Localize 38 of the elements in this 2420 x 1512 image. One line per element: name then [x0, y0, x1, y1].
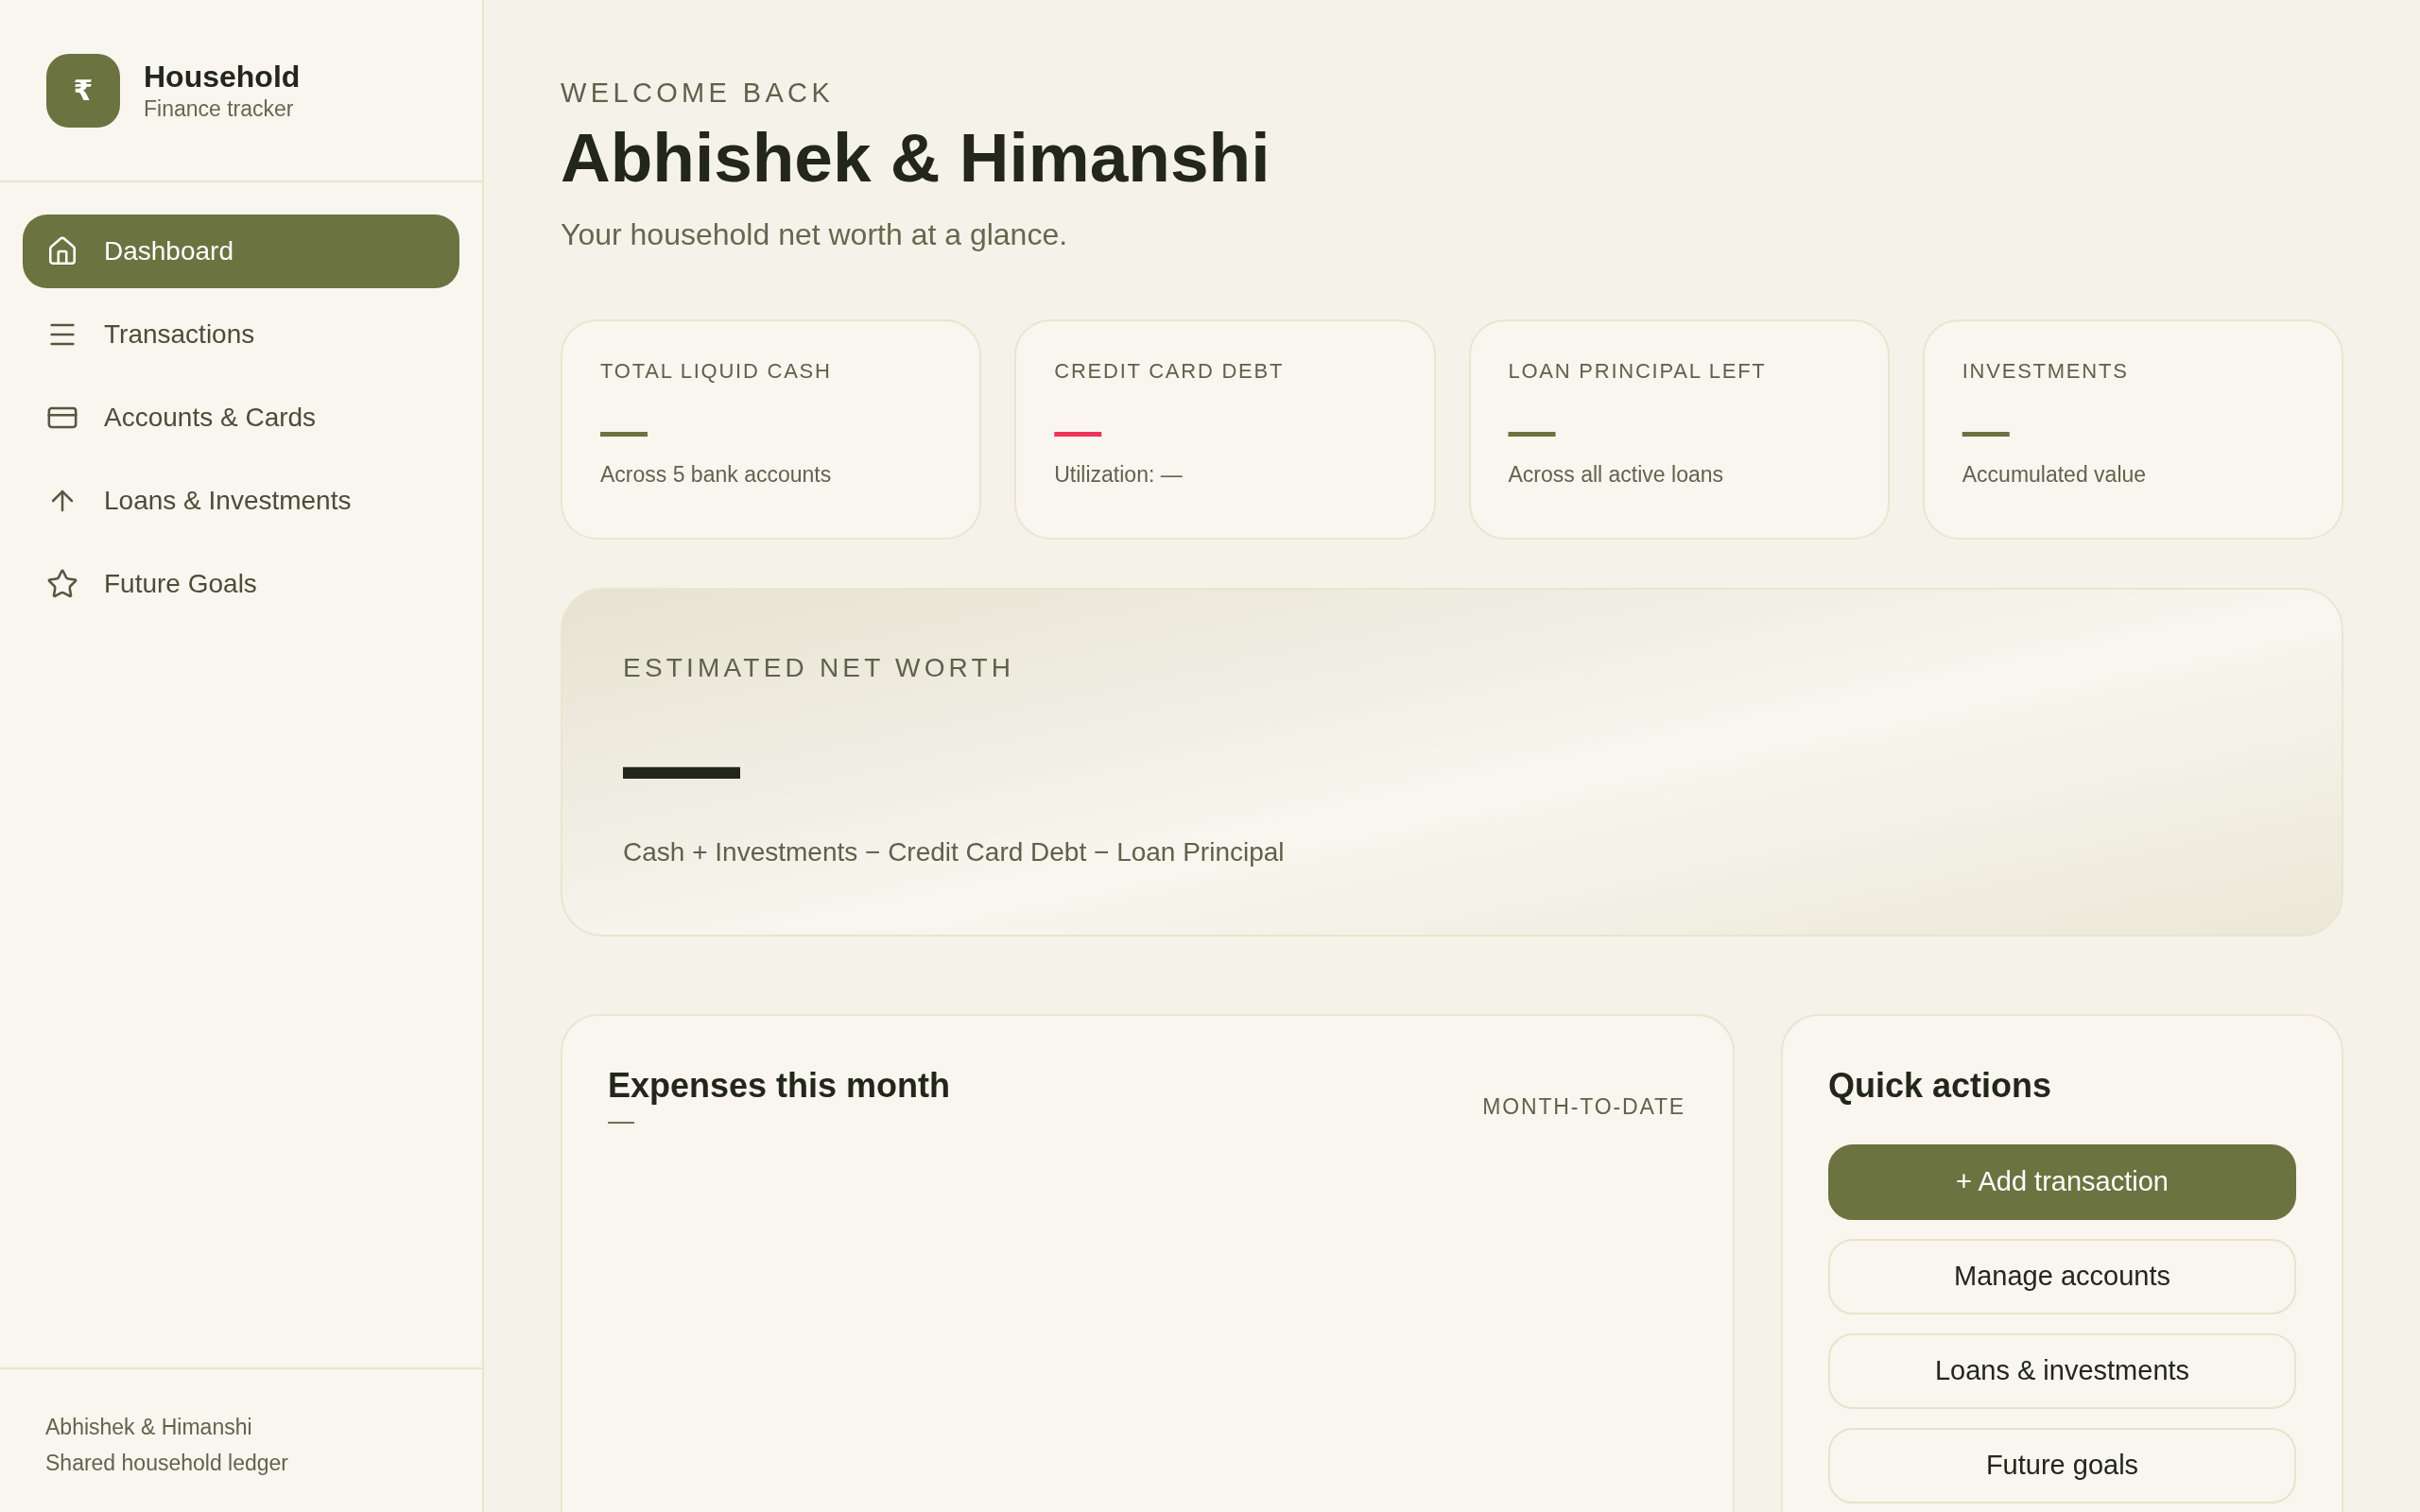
stat-value: —: [1508, 412, 1556, 450]
nav-item[interactable]: Loans & Investments: [23, 464, 459, 538]
stat-value: —: [1962, 412, 2010, 450]
page-subtitle: Your household net worth at a glance.: [561, 216, 1069, 253]
footer-name: Abhishek & Himanshi: [45, 1414, 253, 1441]
net-worth-formula: Cash + Investments − Credit Card Debt − Loan Principal: [623, 836, 1286, 868]
nav-item[interactable]: Dashboard: [23, 215, 459, 288]
app-logo: ₹: [46, 53, 120, 128]
nav-item[interactable]: Accounts & Cards: [23, 381, 459, 455]
quick-actions-title: Quick actions: [1828, 1065, 2053, 1107]
brand-title: Household: [144, 58, 301, 94]
quick-action-button[interactable]: + Add transaction: [1828, 1144, 2296, 1220]
page-title: Abhishek & Himanshi: [561, 119, 1271, 197]
stat-label: LOAN PRINCIPAL LEFT: [1508, 358, 1768, 385]
period-label: MONTH-TO-DATE: [1482, 1093, 1685, 1120]
net-worth-value: —: [623, 726, 740, 801]
stat-caption: Accumulated value: [1962, 461, 2148, 488]
nav-item[interactable]: Future Goals: [23, 547, 459, 621]
footer-caption: Shared household ledger: [45, 1450, 290, 1477]
stat-caption: Across all active loans: [1508, 461, 1725, 488]
expenses-value: —: [608, 1107, 634, 1135]
quick-action-button[interactable]: Manage accounts: [1828, 1239, 2296, 1314]
stat-caption: Utilization: —: [1054, 461, 1184, 488]
welcome-eyebrow: WELCOME BACK: [561, 77, 836, 110]
net-worth-label: ESTIMATED NET WORTH: [623, 652, 1016, 684]
quick-action-button[interactable]: Loans & investments: [1828, 1333, 2296, 1409]
stat-caption: Across 5 bank accounts: [600, 461, 833, 488]
stat-value: —: [1054, 412, 1102, 450]
stat-value: —: [600, 412, 648, 450]
nav-item[interactable]: Transactions: [23, 298, 459, 371]
quick-action-button[interactable]: Future goals: [1828, 1428, 2296, 1503]
expenses-title: Expenses this month: [608, 1065, 951, 1107]
stat-label: INVESTMENTS: [1962, 358, 2130, 385]
brand-subtitle: Finance tracker: [144, 94, 295, 123]
stat-label: TOTAL LIQUID CASH: [600, 358, 833, 385]
star-icon: [46, 568, 78, 600]
home-icon: [46, 235, 78, 267]
stat-label: CREDIT CARD DEBT: [1054, 358, 1286, 385]
